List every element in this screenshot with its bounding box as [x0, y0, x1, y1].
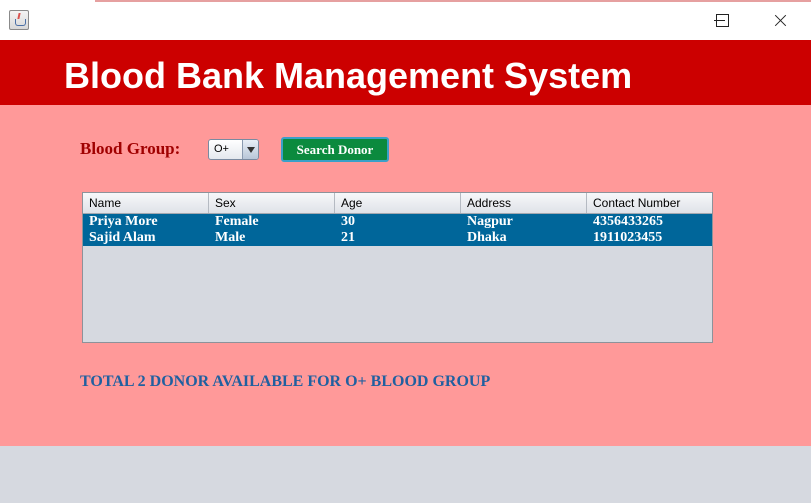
app-header: Blood Bank Management System — [0, 40, 811, 105]
table-row[interactable]: Sajid Alam Male 21 Dhaka 1911023455 — [83, 230, 712, 246]
cell-sex: Male — [215, 230, 246, 245]
blood-group-label: Blood Group: — [80, 139, 181, 158]
column-header-name[interactable]: Name — [83, 193, 209, 213]
title-bar — [0, 0, 811, 40]
java-cup-icon[interactable] — [9, 10, 29, 30]
cell-name: Priya More — [89, 214, 158, 229]
donor-table[interactable]: Name Sex Age Address Contact Number Priy… — [82, 192, 713, 343]
column-header-contact-number[interactable]: Contact Number — [587, 193, 712, 213]
cell-address: Dhaka — [467, 230, 507, 245]
donor-count-summary: TOTAL 2 DONOR AVAILABLE FOR O+ BLOOD GRO… — [80, 373, 491, 390]
cell-age: 21 — [341, 230, 355, 245]
cell-age: 30 — [341, 214, 355, 229]
cell-address: Nagpur — [467, 214, 513, 229]
search-donor-button[interactable]: Search Donor — [281, 137, 389, 162]
column-header-sex[interactable]: Sex — [209, 193, 335, 213]
close-button[interactable] — [758, 0, 804, 40]
cell-contact-number: 1911023455 — [593, 230, 663, 245]
table-header: Name Sex Age Address Contact Number — [83, 193, 712, 214]
blood-group-selected-value: O+ — [214, 143, 229, 155]
chevron-down-icon[interactable] — [242, 140, 258, 159]
cell-contact-number: 4356433265 — [593, 214, 663, 229]
blood-group-dropdown[interactable]: O+ — [208, 139, 259, 160]
column-header-address[interactable]: Address — [461, 193, 587, 213]
cell-sex: Female — [215, 214, 259, 229]
cell-name: Sajid Alam — [89, 230, 156, 245]
table-row[interactable]: Priya More Female 30 Nagpur 4356433265 — [83, 214, 712, 230]
table-body: Priya More Female 30 Nagpur 4356433265 S… — [83, 214, 712, 246]
maximize-button[interactable] — [699, 0, 745, 40]
column-header-age[interactable]: Age — [335, 193, 461, 213]
app-title: Blood Bank Management System — [64, 55, 633, 96]
